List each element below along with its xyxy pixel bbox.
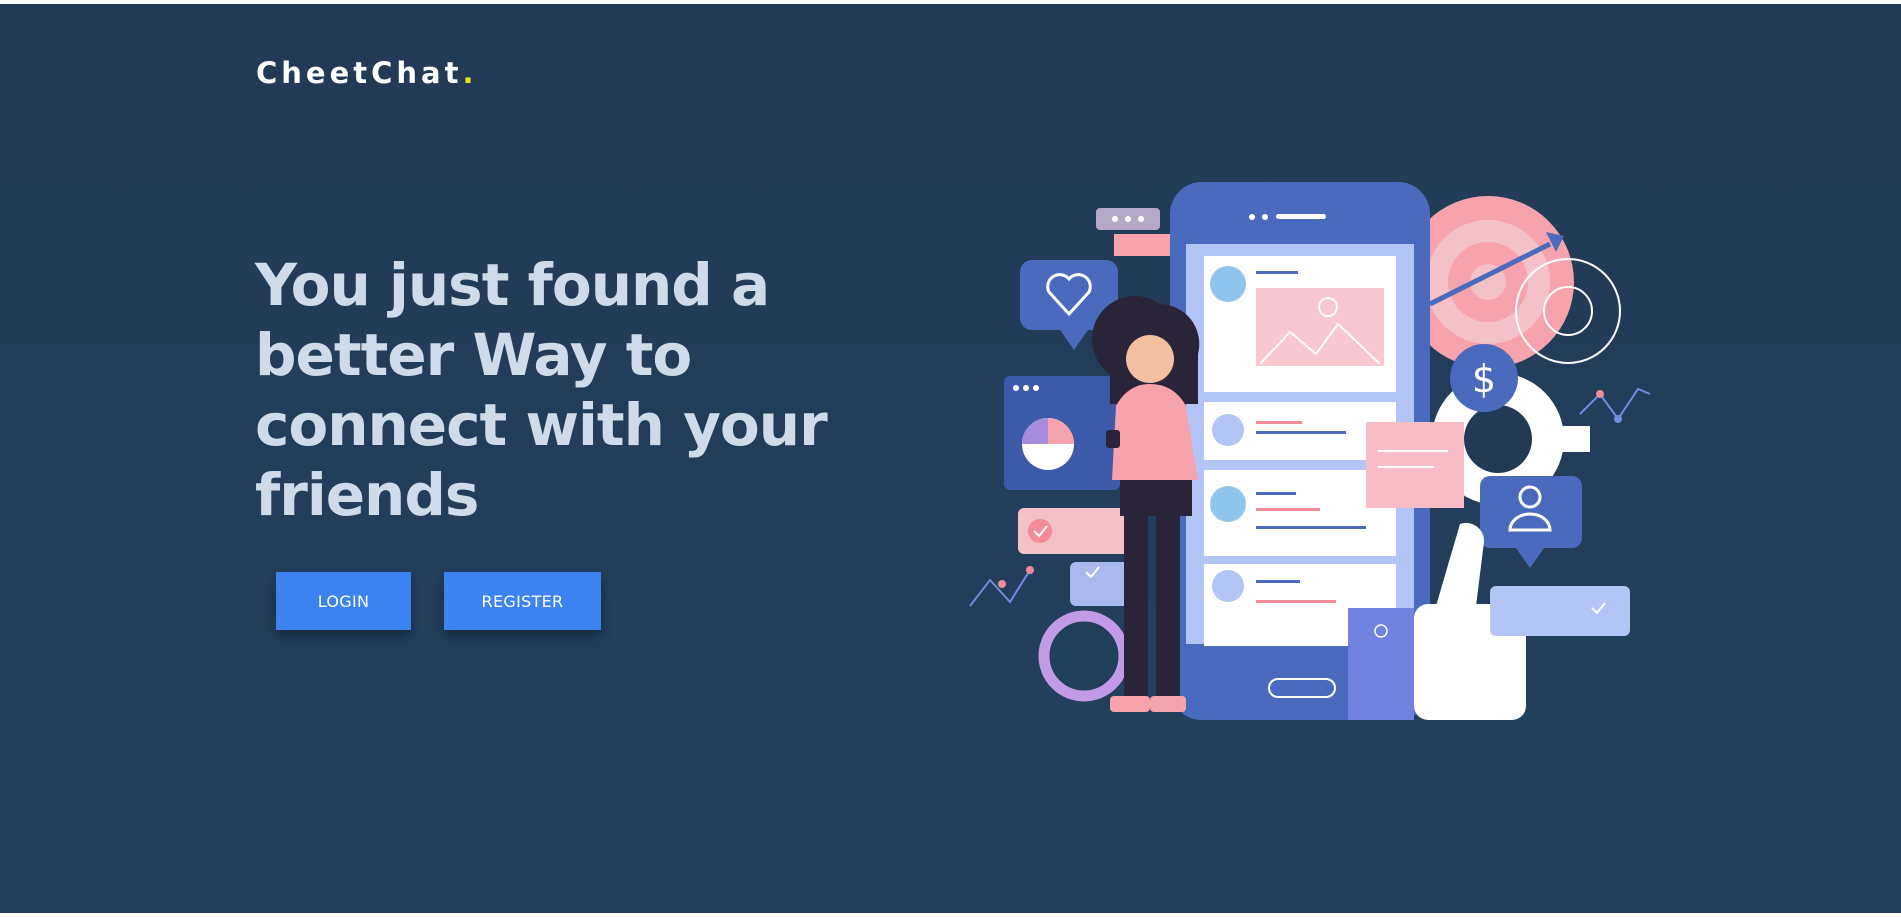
hero-headline: You just found a better Way to connect w… [255,251,828,529]
login-button[interactable]: LOGIN [276,572,411,630]
hero-illustration: $ [969,182,1651,720]
wave-line-right [1579,387,1651,421]
ring-shape [1038,610,1130,702]
user-bubble-icon [1480,476,1582,568]
svg-text:$: $ [1472,357,1496,401]
register-button[interactable]: REGISTER [444,572,601,630]
brand-name: CheetChat [256,56,463,90]
dollar-icon: $ [1450,344,1518,412]
pie-chart-card [1004,376,1120,490]
brand-dot: . [462,56,474,90]
landing-page: CheetChat. You just found a better Way t… [0,4,1901,913]
brand-logo[interactable]: CheetChat. [256,56,474,90]
